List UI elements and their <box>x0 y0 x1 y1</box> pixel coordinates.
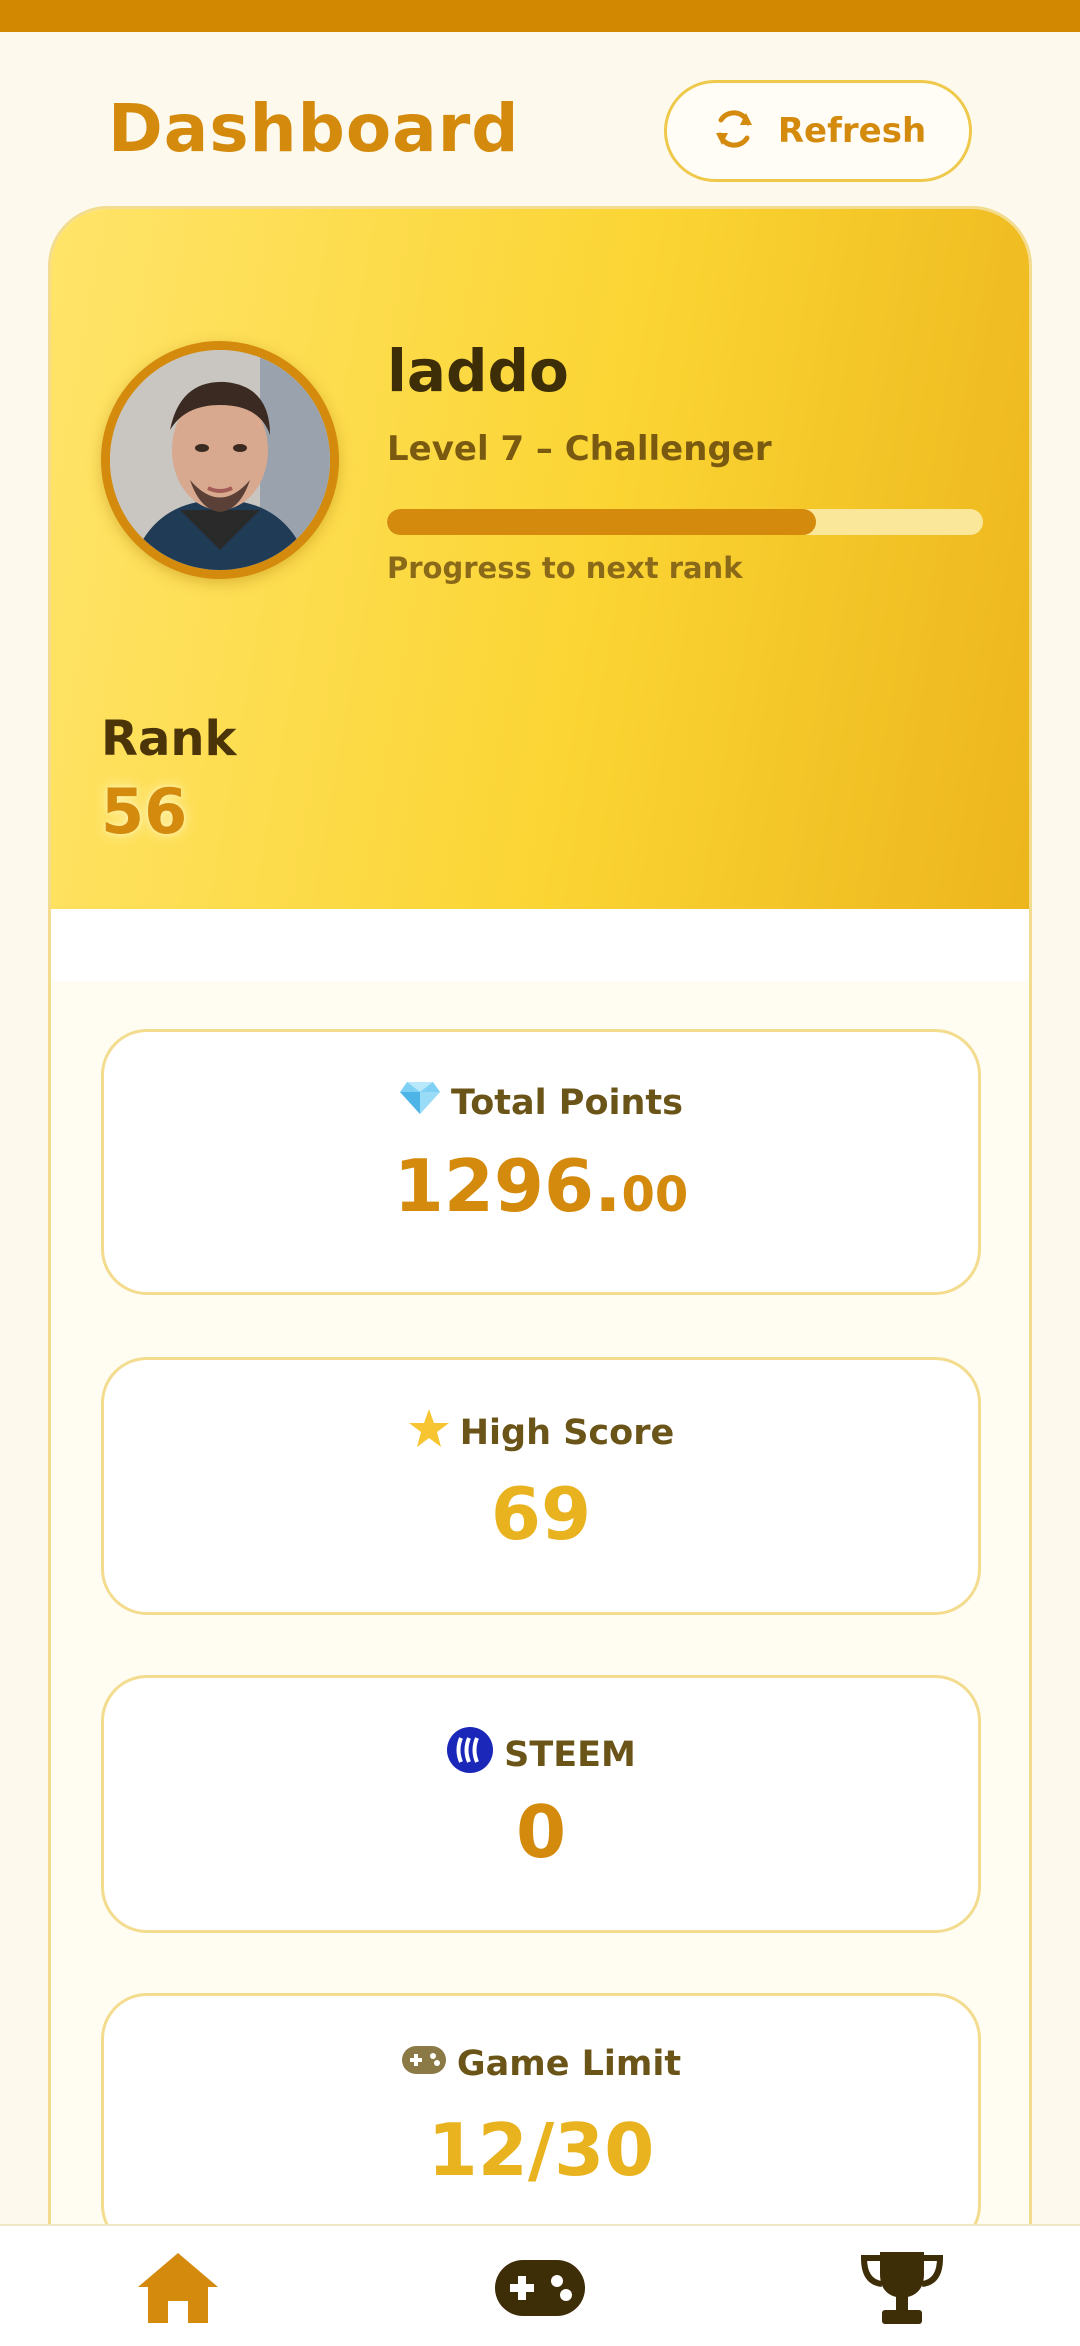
profile-panel: laddo Level 7 – Challenger Progress to n… <box>51 209 1029 909</box>
bottom-nav <box>0 2224 1080 2346</box>
progress-caption: Progress to next rank <box>387 551 743 585</box>
status-strip <box>0 0 1080 32</box>
nav-home[interactable] <box>128 2248 228 2332</box>
star-icon <box>408 1408 450 1457</box>
dashboard-card: laddo Level 7 – Challenger Progress to n… <box>48 206 1032 2346</box>
total-points-card: Total Points 1296.00 <box>101 1029 981 1295</box>
game-limit-header: Game Limit <box>104 2044 978 2084</box>
total-points-value: 1296.00 <box>104 1144 978 1228</box>
total-points-label: Total Points <box>451 1082 683 1123</box>
rank-label: Rank <box>101 711 237 767</box>
refresh-button[interactable]: Refresh <box>664 80 972 182</box>
game-limit-card: Game Limit 12/30 <box>101 1993 981 2251</box>
page-title: Dashboard <box>108 90 520 167</box>
rank-value: 56 <box>101 775 188 848</box>
refresh-button-label: Refresh <box>777 111 927 151</box>
high-score-label: High Score <box>459 1412 675 1453</box>
refresh-icon <box>710 105 758 157</box>
steem-header: STEEM <box>104 1726 978 1783</box>
trophy-icon <box>860 2250 944 2330</box>
nav-leaderboard[interactable] <box>852 2248 952 2332</box>
nav-games[interactable] <box>490 2248 590 2332</box>
total-points-decimal: 00 <box>621 1167 689 1223</box>
total-points-header: Total Points <box>104 1080 978 1125</box>
avatar <box>101 341 339 579</box>
high-score-card: High Score 69 <box>101 1357 981 1615</box>
steem-value: 0 <box>515 1790 567 1874</box>
gamepad-icon <box>401 2044 447 2084</box>
username: laddo <box>387 337 569 405</box>
steem-label: STEEM <box>504 1734 636 1775</box>
level-text: Level 7 – Challenger <box>387 429 772 469</box>
high-score-header: High Score <box>104 1408 978 1457</box>
rank-progress-fill <box>387 509 817 535</box>
header: Dashboard Refresh <box>0 32 1080 202</box>
game-limit-value: 12/30 <box>427 2108 655 2192</box>
high-score-value: 69 <box>490 1472 592 1556</box>
gamepad-icon <box>494 2259 586 2321</box>
gem-icon <box>399 1080 441 1125</box>
total-points-int: 1296. <box>393 1144 622 1228</box>
home-icon <box>136 2251 220 2329</box>
rank-progress-bar <box>387 509 983 535</box>
divider-band <box>51 909 1029 981</box>
steem-card: STEEM 0 <box>101 1675 981 1933</box>
steem-icon <box>446 1726 494 1783</box>
game-limit-label: Game Limit <box>456 2044 682 2084</box>
